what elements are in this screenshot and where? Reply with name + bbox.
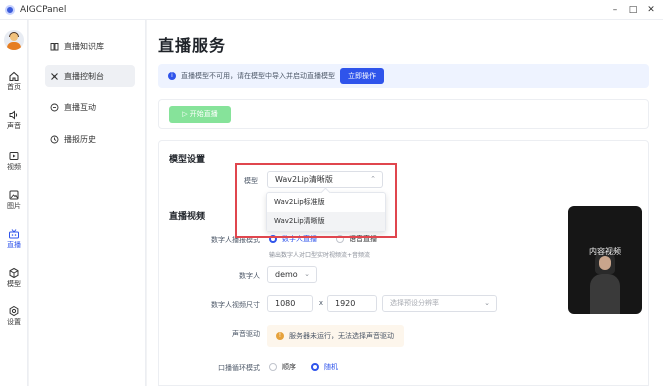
times-sign: x: [318, 299, 323, 307]
voice-warning: ! 服务器未运行，无法选择声音驱动: [267, 325, 404, 347]
person-label: 数字人: [239, 272, 260, 280]
sidebar-item-history[interactable]: 播报历史: [45, 128, 135, 150]
voice-label: 声音驱动: [232, 330, 260, 338]
rail-item-label: 视频: [7, 163, 21, 171]
person-select-value: demo: [275, 270, 298, 279]
notice-banner: i 直播模型不可用，请在模型中导入并启动直播模型 立即操作: [158, 64, 649, 88]
highlight-box: [235, 163, 397, 238]
sidebar-item-label: 直播控制台: [64, 71, 104, 81]
rail-item-video[interactable]: 视频: [0, 150, 28, 180]
start-live-button[interactable]: ▷ 开始直播: [169, 106, 231, 123]
sidebar-item-knowledge[interactable]: 直播知识库: [45, 35, 135, 57]
chevron-down-icon: ⌄: [484, 299, 490, 307]
start-live-card: ▷ 开始直播: [158, 99, 649, 129]
radio-label: 顺序: [282, 363, 296, 371]
rail-item-label: 模型: [7, 280, 21, 288]
rail-item-label: 声音: [7, 122, 21, 130]
rail-item-sound[interactable]: 声音: [0, 109, 28, 139]
video-preview: 内容视频: [568, 206, 642, 314]
presenter-face: [599, 256, 611, 270]
rail-item-label: 直播: [7, 241, 21, 249]
radio-label: 随机: [324, 363, 338, 371]
operate-now-button[interactable]: 立即操作: [340, 68, 384, 84]
size-label: 数字人视频尺寸: [211, 301, 260, 309]
live-video-title: 直播视频: [169, 212, 206, 222]
sidebar-item-label: 播报历史: [64, 134, 96, 144]
height-input[interactable]: 1920: [327, 295, 377, 312]
radio-dot: [311, 363, 319, 371]
info-icon: i: [168, 72, 176, 80]
warning-icon: !: [276, 332, 284, 340]
presenter-body: [590, 274, 620, 314]
model-icon: [9, 267, 19, 279]
voice-warning-message: 服务器未运行，无法选择声音驱动: [289, 332, 394, 340]
sound-icon: [9, 110, 18, 120]
avatar[interactable]: [4, 30, 24, 50]
notice-message: 直播模型不可用，请在模型中导入并启动直播模型: [181, 72, 335, 80]
title-bar: AIGCPanel – □ ✕: [0, 0, 663, 20]
image-icon: [9, 190, 19, 200]
sub-sidebar: 直播知识库 直播控制台 直播互动 播报历史: [29, 20, 146, 386]
close-button[interactable]: ✕: [643, 5, 659, 15]
history-icon: [50, 135, 59, 143]
book-icon: [50, 42, 59, 50]
sidebar-item-label: 直播知识库: [64, 41, 104, 51]
rail-item-image[interactable]: 图片: [0, 189, 28, 219]
sidebar-item-console[interactable]: 直播控制台: [45, 65, 135, 87]
model-settings-title: 模型设置: [169, 155, 206, 165]
chat-icon: [50, 103, 59, 111]
app-title: AIGCPanel: [20, 4, 67, 15]
video-icon: [9, 152, 19, 160]
sidebar-item-interaction[interactable]: 直播互动: [45, 96, 135, 118]
radio-dot: [269, 363, 277, 371]
console-icon: [51, 72, 58, 80]
app-logo-icon: [5, 4, 15, 15]
rail-item-live[interactable]: 直播: [0, 228, 28, 258]
window-controls: – □ ✕: [605, 0, 659, 20]
mode-hint: 输出数字人对口型实时视频流+音频流: [269, 252, 371, 259]
rail-item-label: 首页: [7, 83, 21, 91]
chevron-down-icon: ⌄: [304, 270, 310, 278]
nav-rail: 首页 声音 视频 图片 直播 模型 设置: [0, 20, 28, 386]
rail-item-label: 设置: [7, 318, 21, 326]
preview-label: 内容视频: [589, 247, 621, 256]
live-icon: [9, 229, 19, 239]
rail-item-label: 图片: [7, 202, 21, 210]
loop-radio-sequential[interactable]: 顺序: [269, 362, 296, 372]
preset-resolution-select[interactable]: 选择预设分辨率 ⌄: [382, 295, 497, 312]
preset-resolution-placeholder: 选择预设分辨率: [390, 299, 439, 307]
rail-item-home[interactable]: 首页: [0, 70, 28, 100]
minimize-button[interactable]: –: [607, 5, 623, 15]
width-input[interactable]: 1080: [267, 295, 313, 312]
sidebar-item-label: 直播互动: [64, 102, 96, 112]
loop-radio-random[interactable]: 随机: [311, 362, 338, 372]
home-icon: [9, 71, 19, 82]
page-title: 直播服务: [158, 36, 227, 55]
settings-icon: [9, 305, 19, 317]
person-select[interactable]: demo ⌄: [267, 266, 317, 283]
loop-label: 口播循环模式: [218, 364, 260, 372]
rail-item-model[interactable]: 模型: [0, 267, 28, 297]
maximize-button[interactable]: □: [625, 5, 641, 15]
rail-item-settings[interactable]: 设置: [0, 305, 28, 335]
